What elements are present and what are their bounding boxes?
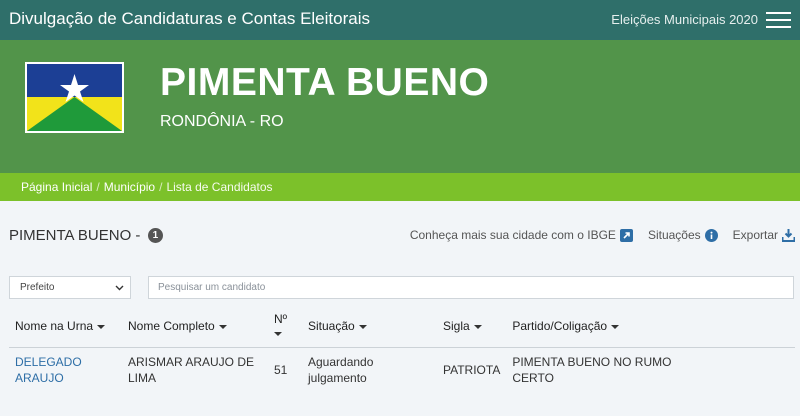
election-label: Eleições Municipais 2020 xyxy=(611,12,758,27)
col-numero[interactable]: Nº xyxy=(268,306,302,348)
cell-numero: 51 xyxy=(274,362,288,377)
cell-sigla: PATRIOTA xyxy=(443,362,501,377)
city-header: PIMENTA BUENO RONDÔNIA - RO xyxy=(0,40,800,173)
situacoes-label: Situações xyxy=(647,228,701,242)
external-link-icon xyxy=(619,228,633,242)
app-title[interactable]: Divulgação de Candidaturas e Contas Elei… xyxy=(9,9,370,29)
search-input[interactable] xyxy=(148,276,794,299)
cell-situacao: Aguardando julgamento xyxy=(308,354,374,385)
sort-caret-icon xyxy=(358,325,367,330)
state-name: RONDÔNIA - RO xyxy=(160,113,284,130)
city-name: PIMENTA BUENO xyxy=(160,61,490,104)
page-title: PIMENTA BUENO - 1 xyxy=(9,227,164,244)
breadcrumb-municipio[interactable]: Município xyxy=(104,180,155,194)
sort-caret-icon xyxy=(473,325,482,330)
page-title-text: PIMENTA BUENO - xyxy=(9,227,141,244)
info-icon xyxy=(704,228,718,242)
chevron-down-icon xyxy=(115,285,124,291)
sort-caret-icon xyxy=(218,325,227,330)
breadcrumb-home[interactable]: Página Inicial xyxy=(21,180,92,194)
col-sigla[interactable]: Sigla xyxy=(437,306,507,348)
col-partido[interactable]: Partido/Coligação xyxy=(506,306,795,348)
situacoes-link[interactable]: Situações xyxy=(648,228,718,242)
cell-partido: PIMENTA BUENO NO RUMO CERTO xyxy=(512,354,672,385)
sort-caret-icon xyxy=(611,325,620,330)
menu-icon[interactable] xyxy=(766,12,791,28)
count-badge: 1 xyxy=(147,227,164,243)
sort-caret-icon xyxy=(97,325,106,330)
top-navbar: Divulgação de Candidaturas e Contas Elei… xyxy=(0,0,800,40)
col-nome-urna[interactable]: Nome na Urna xyxy=(9,306,122,348)
table-row: DELEGADO ARAUJO ARISMAR ARAUJO DE LIMA 5… xyxy=(9,347,795,386)
state-flag-icon xyxy=(25,62,124,133)
cargo-select-value: Prefeito xyxy=(20,282,55,293)
ibge-link[interactable]: Conheça mais sua cidade com o IBGE xyxy=(410,228,633,242)
toolbar-actions: Conheça mais sua cidade com o IBGE Situa… xyxy=(410,228,795,242)
download-icon xyxy=(782,228,795,242)
breadcrumb: Página Inicial / Município / Lista de Candid… xyxy=(0,173,800,201)
cargo-select[interactable]: Prefeito xyxy=(9,276,131,299)
exportar-link[interactable]: Exportar xyxy=(733,228,795,242)
cell-nome-completo: ARISMAR ARAUJO DE LIMA xyxy=(128,354,255,385)
exportar-label: Exportar xyxy=(732,228,778,242)
candidates-table: Nome na Urna Nome Completo Nº Situação S… xyxy=(9,306,795,386)
col-nome-completo[interactable]: Nome Completo xyxy=(122,306,268,348)
col-situacao[interactable]: Situação xyxy=(302,306,437,348)
breadcrumb-current: Lista de Candidatos xyxy=(166,180,273,194)
ibge-link-label: Conheça mais sua cidade com o IBGE xyxy=(409,228,616,242)
sort-caret-icon xyxy=(274,332,282,337)
table-header-row: Nome na Urna Nome Completo Nº Situação S… xyxy=(9,306,795,348)
candidate-link[interactable]: DELEGADO ARAUJO xyxy=(15,355,82,385)
